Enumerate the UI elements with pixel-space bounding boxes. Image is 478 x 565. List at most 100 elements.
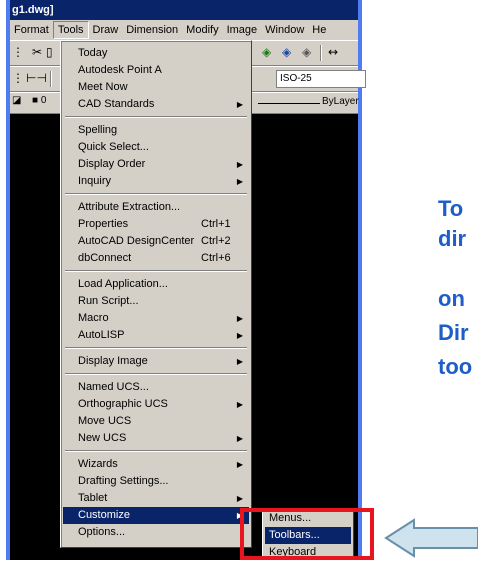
menu-separator (65, 270, 247, 272)
menu-image[interactable]: Image (223, 21, 262, 39)
pan-icon[interactable]: ↔ (328, 45, 338, 59)
copy-icon[interactable]: ▯ (46, 45, 53, 59)
grip-icon[interactable]: ⋮ (12, 45, 24, 59)
menu-item-label: Tablet (78, 492, 108, 504)
menu-item-named-ucs[interactable]: Named UCS... (63, 379, 249, 396)
menu-item-label: Run Script... (78, 295, 139, 307)
menu-item-macro[interactable]: Macro ▶ (63, 310, 249, 327)
grip-icon[interactable]: ⋮ (12, 71, 24, 85)
menu-item-meet-now[interactable]: Meet Now (63, 79, 249, 96)
submenu-arrow-icon: ▶ (236, 160, 243, 169)
menu-modify[interactable]: Modify (182, 21, 222, 39)
menu-separator (65, 373, 247, 375)
linear-dimension-icon[interactable]: ⊢⊣ (26, 71, 47, 85)
menu-item-label: Spelling (78, 124, 118, 136)
menu-item-orthographic-ucs[interactable]: Orthographic UCS ▶ (63, 396, 249, 413)
menu-draw[interactable]: Draw (89, 21, 123, 39)
menu-item-label: Quick Select... (78, 141, 149, 153)
menu-separator (65, 193, 247, 195)
menu-item-quick-select[interactable]: Quick Select... (63, 139, 249, 156)
menu-item-spelling[interactable]: Spelling (63, 122, 249, 139)
layer-state-icon[interactable]: ◪ (12, 95, 21, 106)
submenu-arrow-icon: ▶ (236, 494, 243, 503)
menu-item-cad-standards[interactable]: CAD Standards ▶ (63, 96, 249, 113)
menu-item-move-ucs[interactable]: Move UCS (63, 413, 249, 430)
menu-item-label: Macro (78, 312, 109, 324)
menu-item-shortcut: Ctrl+1 (201, 218, 231, 230)
menu-item-label: AutoLISP (78, 329, 125, 341)
menu-item-autodesk-point-a[interactable]: Autodesk Point A (63, 62, 249, 79)
menu-item-run-script[interactable]: Run Script... (63, 293, 249, 310)
properties-icon[interactable]: ◈ (282, 45, 291, 59)
menu-item-shortcut: Ctrl+6 (201, 252, 231, 264)
submenu-arrow-icon: ▶ (236, 331, 243, 340)
menu-item-label: Customize (78, 509, 130, 521)
menu-item-customize[interactable]: Customize ▶ (63, 507, 249, 524)
tools-menu: Today Autodesk Point A Meet Now CAD Standar… (60, 40, 252, 548)
menu-item-label: Attribute Extraction... (78, 201, 181, 213)
menu-item-autolisp[interactable]: AutoLISP ▶ (63, 327, 249, 344)
menu-item-dbconnect[interactable]: dbConnect Ctrl+6 (63, 250, 249, 267)
menu-item-attribute-extraction[interactable]: Attribute Extraction... (63, 199, 249, 216)
lineweight-select[interactable]: ByLayer (322, 96, 359, 107)
layer-name: 0 (40, 95, 47, 106)
slide-text-line: Dir (438, 320, 469, 345)
menu-window[interactable]: Window (261, 21, 308, 39)
menu-tools[interactable]: Tools (52, 21, 89, 39)
menu-format[interactable]: Format (10, 21, 53, 39)
menu-item-label: Drafting Settings... (78, 475, 169, 487)
menu-item-label: dbConnect (78, 252, 132, 264)
menu-separator (65, 116, 247, 118)
submenu-arrow-icon: ▶ (236, 177, 243, 186)
menu-item-label: Wizards (78, 458, 118, 470)
menu-item-label: Load Application... (78, 278, 168, 290)
menu-item-properties[interactable]: Properties Ctrl+1 (63, 216, 249, 233)
menu-item-display-image[interactable]: Display Image ▶ (63, 353, 249, 370)
submenu-arrow-icon: ▶ (236, 357, 243, 366)
menu-item-label: New UCS (78, 432, 127, 444)
menu-item-label: Display Image (78, 355, 148, 367)
submenu-arrow-icon: ▶ (236, 400, 243, 409)
menu-item-label: AutoCAD DesignCenter (78, 235, 195, 247)
menu-item-inquiry[interactable]: Inquiry ▶ (63, 173, 249, 190)
submenu-arrow-icon: ▶ (236, 460, 243, 469)
menu-item-options[interactable]: Options... (63, 524, 249, 541)
menu-item-label: Move UCS (78, 415, 132, 427)
slide-text-line: on (438, 286, 465, 311)
window-title: g1.dwg] (10, 0, 358, 20)
menu-he[interactable]: He (308, 21, 330, 39)
cut-icon[interactable]: ✂ (32, 45, 42, 59)
menu-separator (65, 347, 247, 349)
menu-item-label: Autodesk Point A (78, 64, 162, 76)
toolpalette-icon[interactable]: ◈ (302, 45, 311, 59)
menu-item-load-application[interactable]: Load Application... (63, 276, 249, 293)
layer-select[interactable]: ■ 0 (32, 95, 62, 111)
menu-dimension[interactable]: Dimension (122, 21, 182, 39)
menu-separator (65, 450, 247, 452)
menu-item-label: Properties (78, 218, 129, 230)
menu-item-tablet[interactable]: Tablet ▶ (63, 490, 249, 507)
menu-item-shortcut: Ctrl+2 (201, 235, 231, 247)
designcenter-icon[interactable]: ◈ (262, 45, 271, 59)
menu-item-display-order[interactable]: Display Order ▶ (63, 156, 249, 173)
submenu-arrow-icon: ▶ (236, 100, 243, 109)
slide-text-line: too (438, 354, 473, 379)
menu-item-wizards[interactable]: Wizards ▶ (63, 456, 249, 473)
menu-item-drafting-settings[interactable]: Drafting Settings... (63, 473, 249, 490)
menu-item-label: Named UCS... (78, 381, 149, 393)
menu-item-label: Inquiry (78, 175, 112, 187)
menu-item-label: Options... (78, 526, 126, 538)
callout-highlight-box (240, 508, 374, 560)
menu-item-label: CAD Standards (78, 98, 155, 110)
menu-item-label: Meet Now (78, 81, 128, 93)
linetype-preview-line (258, 103, 320, 104)
menu-item-today[interactable]: Today (63, 45, 249, 62)
menu-item-label: Orthographic UCS (78, 398, 168, 410)
submenu-arrow-icon: ▶ (236, 434, 243, 443)
menu-item-autocad-designcenter[interactable]: AutoCAD DesignCenter Ctrl+2 (63, 233, 249, 250)
menu-item-new-ucs[interactable]: New UCS ▶ (63, 430, 249, 447)
slide-text-line: dir (438, 226, 467, 251)
menu-item-label: Today (78, 47, 108, 59)
dimstyle-select[interactable]: ISO-25 (276, 70, 366, 88)
menu-item-label: Display Order (78, 158, 146, 170)
